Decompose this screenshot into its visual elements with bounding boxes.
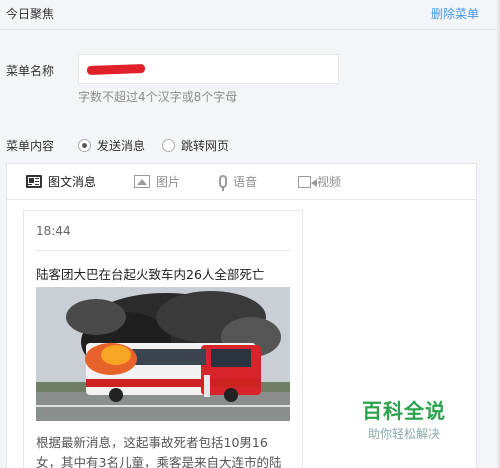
menu-header: 今日聚焦 删除菜单 (0, 0, 497, 30)
radio-send-message-label: 发送消息 (97, 139, 146, 153)
menu-name-input[interactable] (78, 54, 339, 84)
news-description: 根据最新消息，这起事故死者包括10男16女，其中有3名儿童，乘客是来自大连市的陆 (36, 435, 282, 468)
tab-news[interactable]: 图文消息 (26, 173, 96, 190)
image-icon (134, 175, 150, 188)
radio-dot[interactable] (78, 139, 91, 152)
delete-menu-link[interactable]: 删除菜单 (431, 5, 479, 22)
radio-send-message[interactable]: 发送消息 (78, 137, 145, 154)
tab-image-label: 图片 (156, 175, 181, 189)
tab-voice-label: 语音 (233, 175, 258, 189)
watermark-sub-text: 助你轻松解决 (367, 427, 440, 441)
radio-jump-webpage-label: 跳转网页 (181, 139, 230, 153)
news-cover-image (36, 287, 290, 421)
news-title: 陆客团大巴在台起火致车内26人全部死亡 (36, 267, 265, 282)
tab-video[interactable]: 视频 (298, 173, 341, 190)
menu-content-label: 菜单内容 (6, 139, 55, 153)
divider (36, 250, 290, 251)
menu-name-hint: 字数不超过4个汉字或8个字母 (78, 90, 238, 104)
news-time: 18:44 (36, 224, 71, 238)
news-icon (26, 175, 42, 188)
news-card[interactable]: 18:44 陆客团大巴在台起火致车内26人全部死亡 根据最新消息，这起事故死者包… (23, 210, 303, 468)
menu-editor-panel: 今日聚焦 删除菜单 菜单名称 字数不超过4个汉字或8个字母 菜单内容 发送消息 … (0, 0, 497, 468)
tab-voice[interactable]: 语音 (219, 173, 258, 191)
menu-title: 今日聚焦 (6, 7, 55, 21)
watermark-logo: 百科全说 助你轻松解决 (362, 395, 446, 442)
radio-dot[interactable] (162, 139, 175, 152)
redaction-mark (86, 63, 146, 76)
video-icon (298, 175, 317, 188)
menu-name-label: 菜单名称 (6, 64, 55, 78)
tab-video-label: 视频 (317, 175, 342, 189)
message-type-tabs: 图文消息 图片 语音 视频 (7, 164, 476, 200)
watermark-main-text: 百科全说 (362, 399, 446, 423)
tab-image[interactable]: 图片 (134, 173, 180, 190)
microphone-icon (219, 175, 227, 191)
radio-jump-webpage[interactable]: 跳转网页 (162, 137, 229, 154)
tab-news-label: 图文消息 (48, 175, 97, 189)
